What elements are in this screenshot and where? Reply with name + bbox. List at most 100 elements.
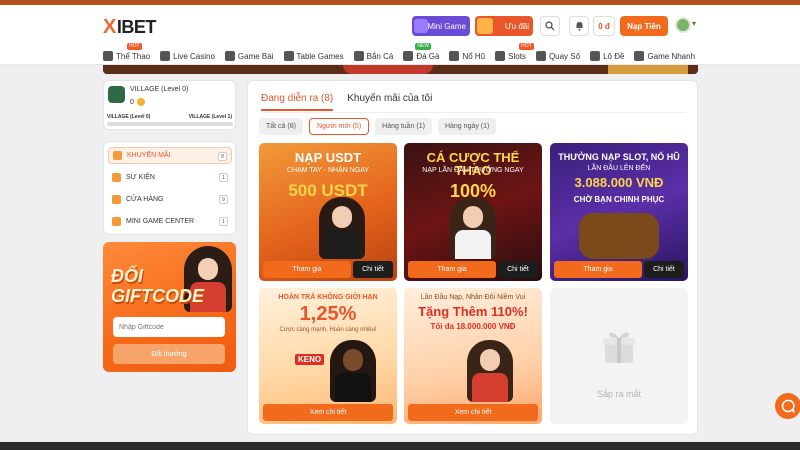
menu-label: CỬA HÀNG	[126, 196, 164, 203]
lottery-icon	[535, 51, 546, 61]
coming-soon-label: Sắp ra mắt	[596, 389, 642, 399]
giftcode-input[interactable]	[113, 317, 225, 337]
nav-label: Slots	[508, 51, 526, 61]
dealer-icon	[160, 51, 171, 61]
nav-item-thể-thao[interactable]: Thể Thao HOT	[103, 43, 150, 63]
nav-item-table-games[interactable]: Table Games	[283, 49, 344, 63]
detail-button[interactable]: Chi tiết	[644, 261, 684, 278]
menu-label: SỰ KIỆN	[126, 174, 155, 181]
menu-item-shop[interactable]: CỬA HÀNG 9	[108, 191, 232, 208]
count-badge: 8	[218, 152, 227, 161]
count-badge: 1	[219, 173, 228, 182]
nav-label: Quay Số	[548, 51, 581, 61]
filter-new-user[interactable]: Người mới (5)	[308, 118, 370, 135]
join-button[interactable]: Tham gia	[263, 261, 351, 278]
nav-label: Đá Gà	[416, 51, 440, 61]
coin-icon	[136, 98, 145, 106]
nav-item-lô-đề[interactable]: Lô Đề	[590, 49, 624, 63]
hero-banner[interactable]	[103, 65, 698, 74]
mini-game-button[interactable]: Mini Game	[412, 16, 470, 36]
promotions-button[interactable]: Ưu đãi	[475, 16, 533, 36]
promo-model-image	[318, 197, 365, 259]
promo-card-usdt[interactable]: NẠP USDT CHẠM TAY - NHẬN NGAY 500 USDT T…	[259, 143, 397, 281]
balance-display[interactable]: 0 đ	[593, 16, 615, 36]
deposit-button[interactable]: Nạp Tiền	[620, 16, 668, 36]
join-button[interactable]: Tham gia	[554, 261, 642, 278]
promo-model-image	[450, 197, 496, 259]
table-icon	[283, 51, 294, 61]
nav-label: Bắn Cá	[366, 51, 394, 61]
nav-label: Table Games	[296, 51, 344, 61]
coming-soon-card: Sắp ra mắt	[550, 288, 688, 424]
nav-label: Nổ Hũ	[462, 51, 486, 61]
promo-model-image	[466, 340, 513, 402]
nav-item-game-nhanh[interactable]: Game Nhanh	[634, 49, 695, 63]
chat-icon	[781, 399, 795, 413]
gift-box-icon	[603, 332, 635, 363]
promotions-main: Đang diễn ra (8) Khuyến mãi của tôi Tất …	[247, 80, 698, 435]
logo[interactable]: X IBET	[103, 16, 156, 39]
nav-label: Game Bài	[237, 51, 274, 61]
menu-label: KHUYẾN MÃI	[127, 152, 171, 159]
view-detail-button[interactable]: Xem chi tiết	[408, 404, 538, 421]
level-name: VILLAGE (Level 0)	[130, 86, 189, 93]
level-progress-bar	[107, 122, 233, 126]
header: X IBET Mini Game Ưu đãi 0 đ Nạp Tiền ▾ Th…	[0, 5, 800, 65]
filter-daily[interactable]: Hàng ngày (1)	[437, 118, 497, 135]
gift-icon	[477, 18, 493, 34]
tab-my-promotions[interactable]: Khuyến mãi của tôi	[347, 93, 432, 111]
notification-button[interactable]	[569, 16, 589, 36]
search-button[interactable]	[540, 16, 560, 36]
level-from: VILLAGE (Level 0)	[107, 114, 151, 120]
filter-weekly[interactable]: Hàng tuần (1)	[375, 118, 432, 135]
level-to: VILLAGE (Level 1)	[188, 114, 232, 120]
bell-icon	[575, 22, 583, 31]
search-icon	[545, 21, 555, 31]
shop-icon	[112, 195, 121, 204]
nav-label: Live Casino	[173, 51, 215, 61]
chat-support-button[interactable]	[775, 393, 800, 419]
promo-card-first-deposit[interactable]: Lần Đầu Nạp, Nhân Đôi Niềm Vui Tặng Thêm…	[404, 288, 542, 424]
view-detail-button[interactable]: Xem chi tiết	[263, 404, 393, 421]
keno-badge: KENO	[295, 354, 325, 365]
nav-item-đá-gà[interactable]: Đá Gà NEW	[403, 43, 440, 63]
detail-button[interactable]: Chi tiết	[353, 261, 393, 278]
filter-all[interactable]: Tất cả (8)	[259, 118, 303, 135]
rooster-icon	[403, 51, 414, 61]
nav-badge: NEW	[415, 43, 431, 50]
points: 0	[130, 98, 145, 106]
count-badge: 9	[219, 195, 228, 204]
nav-item-slots[interactable]: Slots HOT	[495, 43, 534, 63]
nav-item-nổ-hũ[interactable]: Nổ Hũ	[449, 49, 485, 63]
calendar-icon	[112, 173, 121, 182]
rocket-icon	[634, 51, 645, 61]
menu-item-mini-game-center[interactable]: MINI GAME CENTER 1	[108, 213, 232, 230]
nav-item-live-casino[interactable]: Live Casino	[160, 49, 215, 63]
nav-item-game-bài[interactable]: Game Bài	[224, 49, 274, 63]
detail-button[interactable]: Chi tiết	[498, 261, 538, 278]
promo-sidebar-menu: KHUYẾN MÃI 8 SỰ KIỆN 1 CỬA HÀNG 9 MINI GAME CE…	[103, 141, 236, 235]
user-level-card: VILLAGE (Level 0) 0 VILLAGE (Level 0) VI…	[103, 80, 236, 130]
menu-item-promotions[interactable]: KHUYẾN MÃI 8	[108, 147, 232, 164]
giftcode-title: ĐỔI GIFTCODE	[111, 266, 204, 306]
join-button[interactable]: Tham gia	[408, 261, 496, 278]
jackpot-icon	[449, 51, 460, 61]
nav-item-bắn-cá[interactable]: Bắn Cá	[353, 49, 394, 63]
tab-ongoing[interactable]: Đang diễn ra (8)	[261, 93, 334, 111]
avatar[interactable]	[675, 17, 691, 33]
fish-icon	[353, 51, 364, 61]
menu-label: MINI GAME CENTER	[126, 218, 195, 225]
redeem-button[interactable]: Đổi thưởng	[113, 344, 225, 364]
count-badge: 1	[219, 217, 228, 226]
nav-item-quay-số[interactable]: Quay Số	[535, 49, 581, 63]
ball-icon	[103, 51, 113, 61]
nav-label: Game Nhanh	[647, 51, 696, 61]
main-nav: Thể Thao HOT Live Casino Game Bài Table Game…	[103, 43, 705, 63]
promo-card-sports[interactable]: CÁ CƯỢC THỂ THAO NẠP LẦN ĐẦU THƯỞNG NGAY…	[404, 143, 542, 281]
promo-card-slot[interactable]: THƯỞNG NẠP SLOT, NỔ HŨ LẦN ĐẦU LÊN ĐẾN 3…	[550, 143, 688, 281]
nav-label: Lô Đề	[603, 51, 625, 61]
menu-item-events[interactable]: SỰ KIỆN 1	[108, 169, 232, 186]
chevron-down-icon[interactable]: ▾	[692, 19, 696, 28]
promo-card-cashback[interactable]: HOÀN TRẢ KHÔNG GIỚI HẠN 1,25% Cược càng …	[259, 288, 397, 424]
gamepad-icon	[414, 19, 428, 33]
